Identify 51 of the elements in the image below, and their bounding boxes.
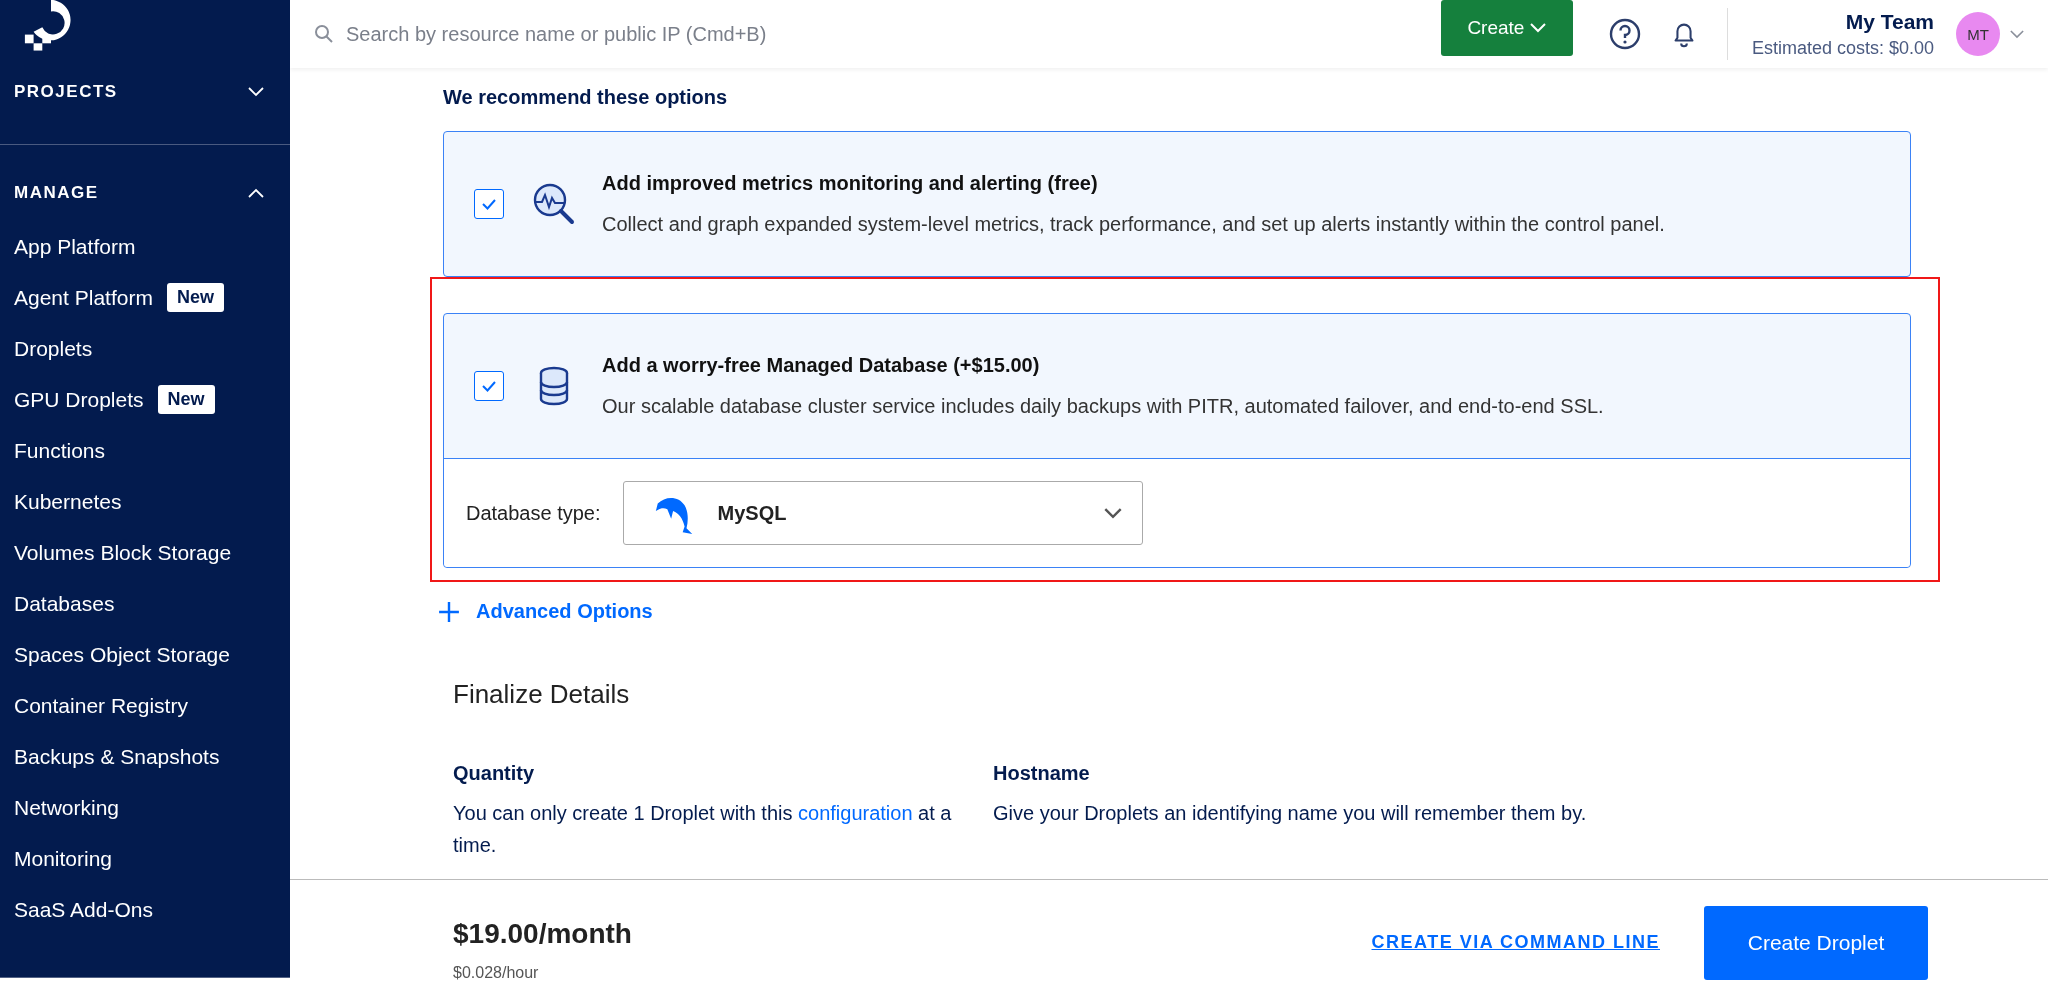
checkbox[interactable] (474, 189, 504, 219)
sidebar-item[interactable]: Kubernetes (14, 489, 122, 514)
sidebar-item[interactable]: Volumes Block Storage (14, 540, 232, 565)
create-droplet-button[interactable]: Create Droplet (1704, 905, 1928, 980)
chevron-down-icon[interactable] (2010, 29, 2024, 39)
option-title: Add improved metrics monitoring and alerting (free) (602, 172, 1099, 195)
plus-icon (438, 600, 460, 623)
new-badge: New (157, 385, 215, 414)
sidebar-item[interactable]: Databases (14, 591, 115, 616)
option-description: Our scalable database cluster service includes daily backups with PITR, automated failover, and end-to-end SSL. (602, 395, 1604, 418)
help-icon[interactable] (1608, 18, 1641, 50)
checkbox[interactable] (474, 371, 504, 401)
avatar[interactable]: MT (1956, 12, 2000, 56)
section-heading: We recommend these options (443, 86, 729, 109)
quantity-label: Quantity (453, 762, 536, 785)
sidebar-item[interactable]: Networking (14, 795, 120, 820)
chevron-down-icon (1103, 507, 1122, 519)
database-type-dropdown[interactable]: MySQL (622, 481, 1143, 545)
hourly-price: $0.028/hour (453, 963, 540, 982)
monthly-price: $19.00/month (453, 917, 633, 950)
chevron-down-icon (1530, 23, 1547, 33)
advanced-options-link[interactable]: Advanced Options (438, 600, 653, 623)
sidebar-item[interactable]: SaaS Add-Ons (14, 897, 153, 922)
new-badge: New (166, 283, 224, 312)
sidebar-item[interactable]: App Platform (14, 234, 136, 259)
create-button[interactable]: Create (1440, 0, 1573, 56)
sidebar-item[interactable]: Agent Platform (14, 285, 153, 310)
sidebar-item[interactable]: Container Registry (14, 693, 188, 718)
section-title: Finalize Details (453, 679, 631, 710)
option-title: Add a worry-free Managed Database (+$15.00) (602, 354, 1041, 377)
chevron-up-icon (248, 188, 264, 198)
sidebar-item[interactable]: Monitoring (14, 846, 113, 871)
sidebar-item[interactable]: Backups & Snapshots (14, 744, 220, 769)
sidebar-item[interactable]: Spaces Object Storage (14, 642, 230, 667)
chevron-down-icon (248, 87, 264, 97)
command-line-link[interactable]: CREATE VIA COMMAND LINE (1371, 932, 1660, 953)
section-header[interactable]: PROJECTS (14, 72, 276, 112)
hostname-description: Give your Droplets an identifying name you will remember them by. (993, 801, 1588, 826)
section-header[interactable]: MANAGE (14, 173, 276, 213)
configuration-link[interactable]: configuration (798, 802, 913, 824)
estimated-costs: Estimated costs: $0.00 (1751, 37, 1934, 59)
hostname-label: Hostname (993, 762, 1091, 785)
quantity-description: You can only create 1 Droplet with this configuration at a time. (453, 801, 953, 858)
sidebar-item[interactable]: GPU Droplets (14, 387, 144, 412)
chart-magnifier-icon (532, 182, 576, 226)
team-name: My Team (1845, 9, 1934, 34)
option-description: Collect and graph expanded system-level metrics, track performance, and set up alerts instantly within the control panel. (602, 213, 1665, 236)
field-label: Database type: (466, 501, 601, 525)
search-icon (314, 24, 334, 44)
sidebar-item[interactable]: Functions (14, 438, 106, 463)
sidebar-item[interactable]: Droplets (14, 336, 93, 361)
